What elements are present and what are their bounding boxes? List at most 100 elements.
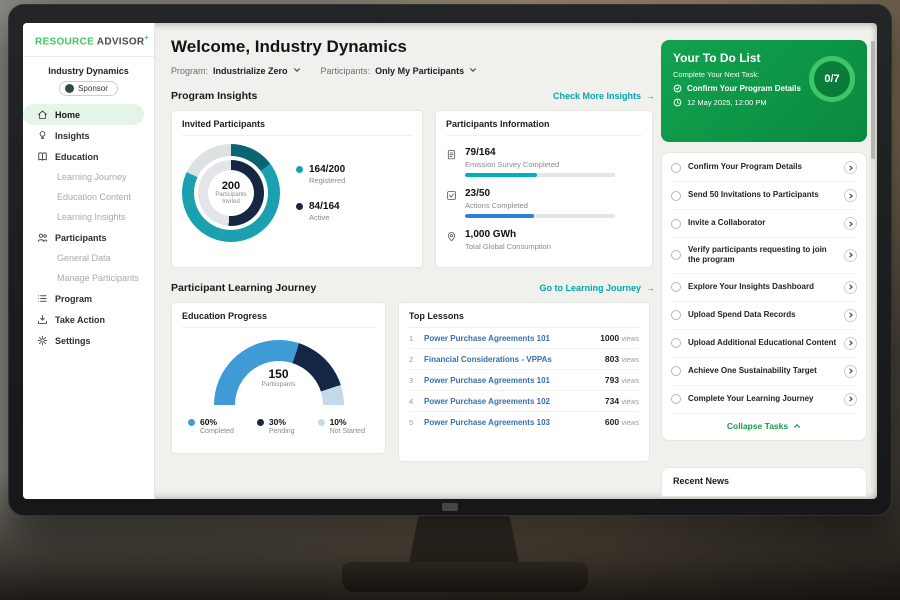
collapse-tasks-button[interactable]: Collapse Tasks	[671, 414, 857, 439]
task-checkbox[interactable]	[671, 394, 681, 404]
task-checkbox[interactable]	[671, 191, 681, 201]
participants-select-value: Only My Participants	[375, 66, 464, 76]
lesson-link[interactable]: Power Purchase Agreements 103	[424, 418, 598, 427]
task-open-button[interactable]	[844, 189, 857, 202]
sidebar-item-insights[interactable]: Insights	[23, 125, 154, 146]
clock-icon	[673, 98, 682, 107]
program-select[interactable]: Program: Industrialize Zero	[171, 66, 301, 76]
monitor: RESOURCE ADVISOR+ Industry Dynamics Spon…	[8, 4, 892, 516]
task-row: Send 50 Invitations to Participants	[671, 182, 857, 210]
task-open-button[interactable]	[844, 161, 857, 174]
check-more-insights-link[interactable]: Check More Insights →	[553, 91, 655, 101]
task-checkbox[interactable]	[671, 366, 681, 376]
not-started-value: 10%	[330, 417, 365, 427]
sidebar-item-participants[interactable]: Participants	[23, 227, 154, 248]
go-to-learning-journey-link[interactable]: Go to Learning Journey →	[539, 283, 655, 293]
actions-progress-fill	[465, 214, 534, 218]
survey-progress-fill	[465, 173, 537, 177]
lesson-views-label: views	[621, 336, 639, 343]
task-row: Verify participants requesting to join t…	[671, 238, 857, 274]
lesson-views: 734	[605, 396, 619, 406]
top-lessons-card: Top Lessons 1 Power Purchase Agreements …	[398, 302, 650, 462]
sponsor-badge[interactable]: Sponsor	[59, 81, 118, 96]
sidebar-item-label: Education	[55, 152, 99, 162]
sidebar-item-education-content[interactable]: Education Content	[23, 187, 154, 207]
sidebar-item-take-action[interactable]: Take Action	[23, 309, 154, 330]
task-checkbox[interactable]	[671, 250, 681, 260]
donut-center-value: 200	[222, 180, 240, 192]
task-row: Achieve One Sustainability Target	[671, 358, 857, 386]
survey-icon	[446, 147, 457, 165]
todo-next-task-label: Confirm Your Program Details	[687, 84, 801, 93]
gauge-center-value: 150	[214, 367, 344, 381]
sidebar-item-settings[interactable]: Settings	[23, 330, 154, 351]
legend-not-started: 10% Not Started	[318, 417, 365, 435]
task-open-button[interactable]	[844, 281, 857, 294]
lesson-link[interactable]: Power Purchase Agreements 101	[424, 376, 598, 385]
task-checkbox[interactable]	[671, 338, 681, 348]
task-open-button[interactable]	[844, 393, 857, 406]
lesson-row: 4 Power Purchase Agreements 102 734 view…	[409, 391, 639, 412]
section-title-program-insights: Program Insights	[171, 90, 257, 102]
chevron-down-icon	[293, 66, 301, 76]
sidebar-item-learning-journey[interactable]: Learning Journey	[23, 167, 154, 187]
chevron-right-icon	[848, 252, 854, 258]
insights-icon	[37, 130, 48, 141]
task-checkbox[interactable]	[671, 310, 681, 320]
survey-value: 79/164	[465, 147, 615, 158]
sidebar-item-label: Home	[55, 110, 80, 120]
legend-active: 84/164 Active	[296, 201, 345, 222]
task-label: Achieve One Sustainability Target	[688, 366, 837, 376]
sidebar-item-education[interactable]: Education	[23, 146, 154, 167]
teal-dot-icon	[296, 166, 303, 173]
lesson-views-label: views	[621, 420, 639, 427]
sidebar-item-label: Take Action	[55, 315, 105, 325]
chevron-down-icon	[469, 66, 477, 76]
sidebar-item-manage-participants[interactable]: Manage Participants	[23, 268, 154, 288]
task-open-button[interactable]	[844, 249, 857, 262]
task-label: Verify participants requesting to join t…	[688, 245, 837, 266]
sidebar-item-learning-insights[interactable]: Learning Insights	[23, 207, 154, 227]
lesson-row: 1 Power Purchase Agreements 101 1000 vie…	[409, 328, 639, 349]
task-open-button[interactable]	[844, 337, 857, 350]
task-checkbox[interactable]	[671, 219, 681, 229]
scrollbar-thumb[interactable]	[871, 41, 875, 159]
chevron-up-icon	[793, 422, 801, 430]
sidebar-item-label: Learning Insights	[57, 212, 126, 222]
todo-task-list: Confirm Your Program Details Send 50 Inv…	[661, 152, 867, 441]
chevron-right-icon	[848, 284, 854, 290]
page-title: Welcome, Industry Dynamics	[171, 37, 655, 57]
donut-center-label: Participants Invited	[208, 192, 254, 206]
lesson-link[interactable]: Power Purchase Agreements 102	[424, 397, 598, 406]
chevron-right-icon	[848, 396, 854, 402]
sidebar-item-home[interactable]: Home	[23, 104, 144, 125]
task-open-button[interactable]	[844, 309, 857, 322]
lesson-link[interactable]: Financial Considerations - VPPAs	[424, 355, 598, 364]
lesson-link[interactable]: Power Purchase Agreements 101	[424, 334, 593, 343]
task-checkbox[interactable]	[671, 282, 681, 292]
sidebar-item-label: Insights	[55, 131, 90, 141]
task-row: Invite a Collaborator	[671, 210, 857, 238]
legend-completed: 60% Completed	[188, 417, 234, 435]
lesson-views: 1000	[600, 333, 619, 343]
collapse-label: Collapse Tasks	[727, 421, 788, 431]
participants-select[interactable]: Participants: Only My Participants	[321, 66, 478, 76]
sidebar-item-label: Learning Journey	[57, 172, 127, 182]
completed-value: 60%	[200, 417, 234, 427]
registered-label: Registered	[309, 176, 345, 185]
sidebar-item-general-data[interactable]: General Data	[23, 248, 154, 268]
education-progress-card: Education Progress 150 Participants	[171, 302, 386, 454]
monitor-stand-base	[342, 562, 588, 592]
task-checkbox[interactable]	[671, 163, 681, 173]
scrollbar-track[interactable]	[871, 39, 875, 489]
navy-dot-icon	[257, 419, 264, 426]
task-open-button[interactable]	[844, 217, 857, 230]
lesson-rank: 3	[409, 376, 417, 385]
survey-progress-track	[465, 173, 615, 177]
gauge-center: 150 Participants	[214, 367, 344, 388]
chevron-right-icon	[848, 165, 854, 171]
invited-participants-card: Invited Participants 200 Participants In…	[171, 110, 423, 268]
sidebar-item-program[interactable]: Program	[23, 288, 154, 309]
task-open-button[interactable]	[844, 365, 857, 378]
todo-progress-ring: 0/7	[809, 56, 855, 102]
